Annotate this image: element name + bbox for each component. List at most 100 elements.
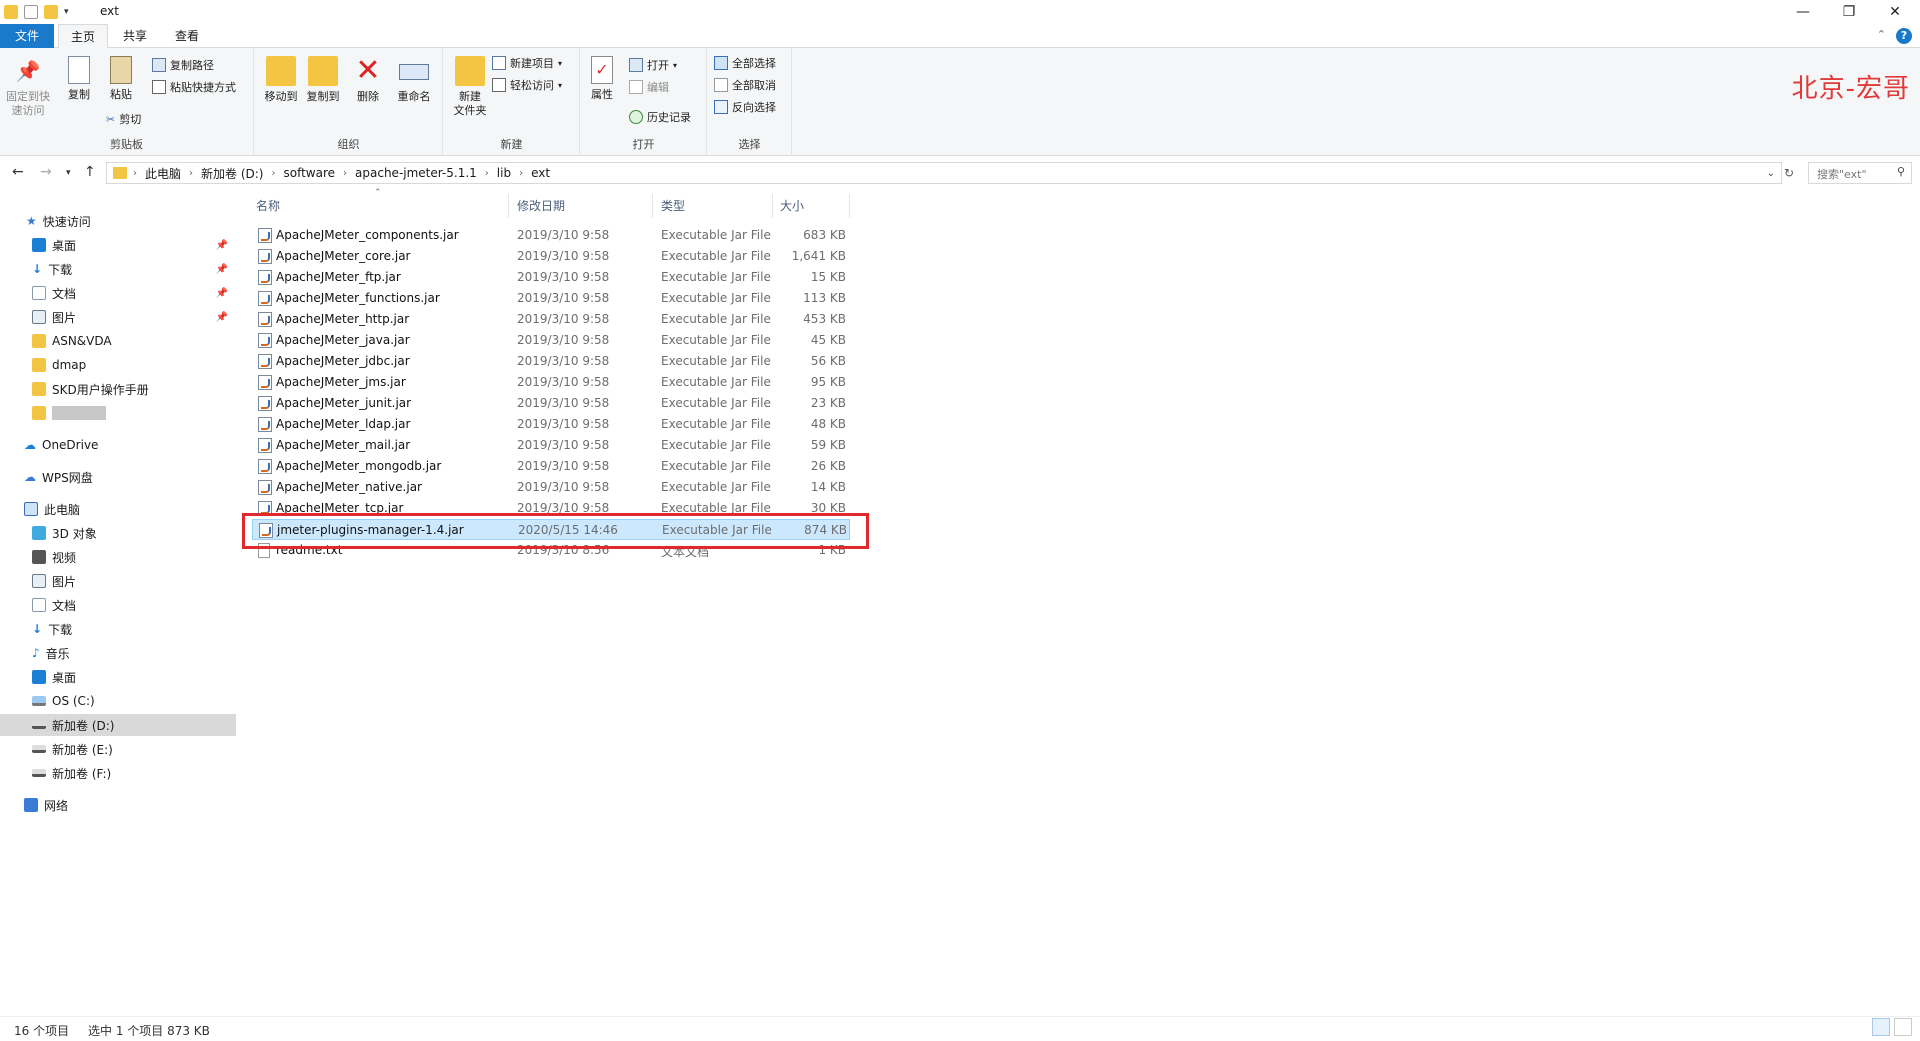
properties-button[interactable]: ✓ 属性 bbox=[585, 56, 619, 102]
breadcrumb-apache-jmeter[interactable]: apache-jmeter-5.1.1 bbox=[347, 166, 485, 180]
recent-locations-chevron-icon[interactable]: ▾ bbox=[66, 168, 71, 178]
column-header-name[interactable]: 名称 bbox=[256, 194, 280, 218]
column-header-type[interactable]: 类型 bbox=[661, 194, 685, 218]
file-row[interactable]: ApacheJMeter_ldap.jar 2019/3/10 9:58 Exe… bbox=[252, 414, 850, 435]
up-arrow-icon[interactable]: ↑ bbox=[84, 164, 96, 180]
navigation-pane: ★ 快速访问 桌面 📌 ↓ 下载 📌 文档 📌 图片 📌 ASN&VDA dma… bbox=[0, 200, 236, 1008]
column-divider[interactable] bbox=[652, 194, 653, 218]
address-dropdown-icon[interactable]: ⌄ bbox=[1767, 168, 1775, 179]
copy-path-button[interactable]: 复制路径 bbox=[152, 56, 214, 74]
sidebar-item-dmap[interactable]: dmap bbox=[0, 354, 236, 376]
sidebar-item-downloads[interactable]: ↓ 下载 📌 bbox=[0, 258, 236, 280]
sidebar-item-drive-c[interactable]: OS (C:) bbox=[0, 690, 236, 712]
column-divider[interactable] bbox=[772, 194, 773, 218]
sidebar-item-wps[interactable]: ☁ WPS网盘 bbox=[0, 466, 236, 488]
sidebar-item-blurred-folder[interactable] bbox=[0, 402, 236, 424]
cut-button[interactable]: ✂ 剪切 bbox=[106, 110, 141, 128]
file-row[interactable]: ApacheJMeter_junit.jar 2019/3/10 9:58 Ex… bbox=[252, 393, 850, 414]
breadcrumb-lib[interactable]: lib bbox=[489, 166, 519, 180]
delete-button[interactable]: ✕ 删除 bbox=[351, 56, 385, 104]
easy-access-button[interactable]: 轻松访问 ▾ bbox=[492, 76, 562, 94]
file-row[interactable]: ApacheJMeter_components.jar 2019/3/10 9:… bbox=[252, 225, 850, 246]
sidebar-item-drive-e[interactable]: 新加卷 (E:) bbox=[0, 738, 236, 760]
file-row[interactable]: ApacheJMeter_mail.jar 2019/3/10 9:58 Exe… bbox=[252, 435, 850, 456]
chevron-down-icon[interactable]: ▾ bbox=[64, 7, 69, 17]
tab-file[interactable]: 文件 bbox=[0, 24, 54, 48]
sidebar-item-videos[interactable]: 视频 bbox=[0, 546, 236, 568]
open-button[interactable]: 打开 ▾ bbox=[629, 56, 677, 74]
select-group-label: 选择 bbox=[738, 138, 761, 151]
back-arrow-icon[interactable]: ← bbox=[12, 164, 24, 180]
select-none-button[interactable]: 全部取消 bbox=[714, 76, 776, 94]
pin-quick-access-button[interactable]: 📌 固定到快 速访问 bbox=[6, 56, 50, 118]
new-item-button[interactable]: 新建项目 ▾ bbox=[492, 54, 562, 72]
new-folder-icon[interactable] bbox=[44, 5, 58, 19]
file-row[interactable]: ApacheJMeter_mongodb.jar 2019/3/10 9:58 … bbox=[252, 456, 850, 477]
sidebar-item-label: 文档 bbox=[52, 598, 77, 613]
search-input[interactable]: 搜索"ext" ⚲ bbox=[1808, 162, 1912, 184]
sidebar-item-drive-f[interactable]: 新加卷 (F:) bbox=[0, 762, 236, 784]
details-view-icon[interactable] bbox=[1872, 1018, 1890, 1036]
column-divider[interactable] bbox=[849, 194, 850, 218]
sidebar-item-onedrive[interactable]: ☁ OneDrive bbox=[0, 434, 236, 456]
sidebar-item-pc-downloads[interactable]: ↓ 下载 bbox=[0, 618, 236, 640]
select-all-button[interactable]: 全部选择 bbox=[714, 54, 776, 72]
rename-button[interactable]: 重命名 bbox=[393, 56, 435, 104]
file-row[interactable]: ApacheJMeter_native.jar 2019/3/10 9:58 E… bbox=[252, 477, 850, 498]
sidebar-item-network[interactable]: 网络 bbox=[0, 794, 236, 816]
sidebar-item-pc-documents[interactable]: 文档 bbox=[0, 594, 236, 616]
breadcrumb-ext[interactable]: ext bbox=[523, 166, 558, 180]
sidebar-item-documents[interactable]: 文档 📌 bbox=[0, 282, 236, 304]
sidebar-item-desktop[interactable]: 桌面 📌 bbox=[0, 234, 236, 256]
breadcrumb-software[interactable]: software bbox=[275, 166, 343, 180]
edit-button[interactable]: 编辑 bbox=[629, 78, 669, 96]
tab-home[interactable]: 主页 bbox=[58, 24, 108, 48]
refresh-icon[interactable]: ↻ bbox=[1784, 166, 1794, 180]
sidebar-item-3d-objects[interactable]: 3D 对象 bbox=[0, 522, 236, 544]
paste-button[interactable]: 粘贴 bbox=[104, 56, 138, 102]
file-row[interactable]: ApacheJMeter_ftp.jar 2019/3/10 9:58 Exec… bbox=[252, 267, 850, 288]
breadcrumb-this-pc[interactable]: 此电脑 bbox=[137, 165, 189, 182]
properties-label: 属性 bbox=[591, 88, 613, 101]
tab-view[interactable]: 查看 bbox=[164, 24, 210, 48]
sidebar-item-skd-manual[interactable]: SKD用户操作手册 bbox=[0, 378, 236, 400]
file-row[interactable]: ApacheJMeter_functions.jar 2019/3/10 9:5… bbox=[252, 288, 850, 309]
tab-share[interactable]: 共享 bbox=[112, 24, 158, 48]
properties-icon[interactable] bbox=[24, 5, 38, 19]
invert-selection-button[interactable]: 反向选择 bbox=[714, 98, 776, 116]
paste-shortcut-button[interactable]: 粘贴快捷方式 bbox=[152, 78, 236, 96]
sidebar-item-quick-access[interactable]: ★ 快速访问 bbox=[0, 210, 236, 232]
address-bar[interactable]: › 此电脑 › 新加卷 (D:) › software › apache-jme… bbox=[106, 162, 1782, 184]
forward-arrow-icon[interactable]: → bbox=[40, 164, 52, 180]
close-button[interactable]: ✕ bbox=[1872, 0, 1918, 24]
file-date: 2019/3/10 9:58 bbox=[517, 228, 610, 242]
sidebar-item-asn-vda[interactable]: ASN&VDA bbox=[0, 330, 236, 352]
copy-button[interactable]: 复制 bbox=[62, 56, 96, 102]
file-row[interactable]: ApacheJMeter_http.jar 2019/3/10 9:58 Exe… bbox=[252, 309, 850, 330]
history-button[interactable]: 历史记录 bbox=[629, 108, 691, 126]
copy-to-button[interactable]: 复制到 bbox=[303, 56, 343, 104]
collapse-ribbon-icon[interactable]: ⌃ bbox=[1877, 28, 1886, 44]
sidebar-item-this-pc[interactable]: 此电脑 bbox=[0, 498, 236, 520]
new-folder-button[interactable]: 新建 文件夹 bbox=[448, 56, 492, 118]
maximize-button[interactable]: ❐ bbox=[1826, 0, 1872, 24]
search-placeholder: 搜索"ext" bbox=[1817, 168, 1867, 181]
sidebar-item-pc-pictures[interactable]: 图片 bbox=[0, 570, 236, 592]
column-header-size[interactable]: 大小 bbox=[780, 194, 804, 218]
chevron-down-icon: ▾ bbox=[558, 58, 563, 68]
sidebar-item-music[interactable]: ♪ 音乐 bbox=[0, 642, 236, 664]
sidebar-item-pc-desktop[interactable]: 桌面 bbox=[0, 666, 236, 688]
column-divider[interactable] bbox=[508, 194, 509, 218]
file-row[interactable]: ApacheJMeter_java.jar 2019/3/10 9:58 Exe… bbox=[252, 330, 850, 351]
file-row[interactable]: ApacheJMeter_core.jar 2019/3/10 9:58 Exe… bbox=[252, 246, 850, 267]
sidebar-item-pictures[interactable]: 图片 📌 bbox=[0, 306, 236, 328]
help-icon[interactable]: ? bbox=[1896, 28, 1912, 44]
move-to-button[interactable]: 移动到 bbox=[261, 56, 301, 104]
sidebar-item-drive-d[interactable]: 新加卷 (D:) bbox=[0, 714, 236, 736]
column-header-date[interactable]: 修改日期 bbox=[517, 194, 565, 218]
file-row[interactable]: ApacheJMeter_jdbc.jar 2019/3/10 9:58 Exe… bbox=[252, 351, 850, 372]
file-row[interactable]: ApacheJMeter_jms.jar 2019/3/10 9:58 Exec… bbox=[252, 372, 850, 393]
breadcrumb-drive-d[interactable]: 新加卷 (D:) bbox=[193, 165, 271, 182]
minimize-button[interactable]: — bbox=[1780, 0, 1826, 24]
large-icons-view-icon[interactable] bbox=[1894, 1018, 1912, 1036]
